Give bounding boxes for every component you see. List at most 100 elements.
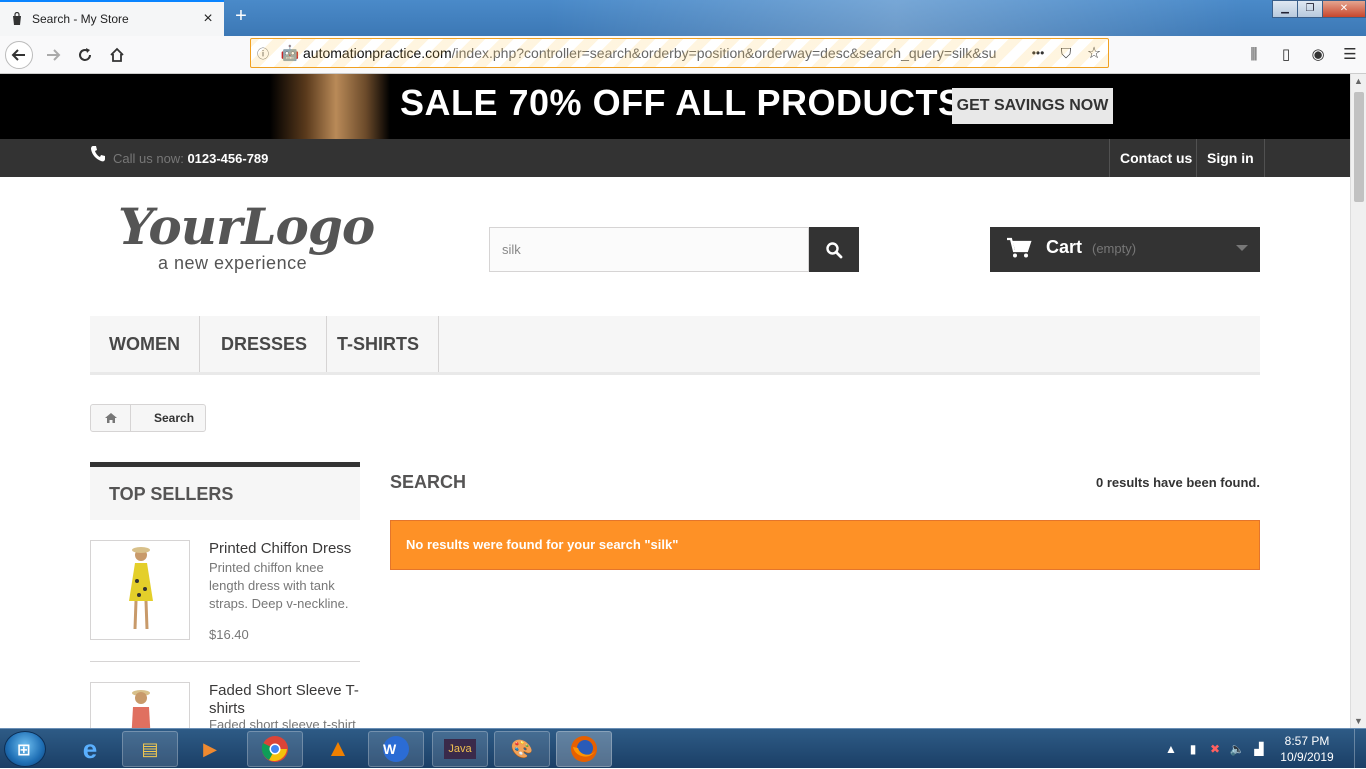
url-domain: automationpractice.com [303,45,452,61]
signal-icon[interactable]: ▟ [1248,742,1270,756]
product-item: Printed Chiffon Dress Printed chiffon kn… [90,540,360,642]
product-name[interactable]: Faded Short Sleeve T-shirts [209,682,359,718]
home-icon [104,413,117,423]
start-button[interactable]: ⊞ [4,731,46,767]
bookmark-star-icon[interactable]: ☆ [1080,43,1108,63]
site-info-icon[interactable]: ⓘ [257,45,277,62]
sign-in-link[interactable]: Sign in [1196,139,1265,177]
product-thumbnail[interactable] [90,540,190,640]
tab-title: Search - My Store [32,12,129,26]
menu-hamburger-icon[interactable]: ☰ [1334,41,1366,69]
clock-time: 8:57 PM [1284,734,1330,748]
file-explorer-icon[interactable]: ▤ [122,731,178,767]
media-player-icon[interactable]: ▶ [182,731,238,767]
search-box: silk [489,227,859,272]
firefox-icon[interactable] [556,731,612,767]
search-icon [826,241,843,258]
breadcrumb-home-link[interactable] [91,405,131,431]
volume-icon[interactable]: 🔈 [1226,742,1248,756]
home-button[interactable] [103,41,131,69]
sidebar-icon[interactable]: ▯ [1270,41,1302,69]
forward-button[interactable] [39,41,67,69]
eclipse-ide-icon[interactable]: Java [432,731,488,767]
titlebar-decoration [546,0,1246,36]
minimize-button[interactable]: ▁ [1272,0,1298,18]
cart-icon [1007,237,1032,258]
url-path: /index.php?controller=search&orderby=pos… [451,45,997,61]
battery-icon[interactable]: ▮ [1182,742,1204,756]
dress-model-image [129,547,153,630]
home-icon [110,47,124,62]
page-title: SEARCH [390,472,467,492]
menu-item-dresses[interactable]: DRESSES [202,316,328,372]
library-icon[interactable]: ⫼ [1238,41,1270,69]
close-window-button[interactable]: ✕ [1322,0,1366,18]
remote-robot-icon: 🤖 [280,45,300,62]
maximize-button[interactable]: ❐ [1297,0,1323,18]
chrome-logo-icon [261,736,288,762]
product-price: $16.40 [209,627,249,642]
store-logo[interactable]: YourLogo a new experience [118,197,398,277]
logo-script-text: YourLogo [118,197,375,256]
address-bar[interactable]: ⓘ 🤖 automationpractice.com /index.php?co… [250,38,1109,68]
pocket-icon[interactable]: ⛉ [1052,45,1080,62]
page-scrollbar[interactable]: ▲ ▼ [1350,74,1366,728]
product-item: Faded Short Sleeve T-shirts Faded short … [90,682,360,728]
browser-toolbar: ⓘ 🤖 automationpractice.com /index.php?co… [0,36,1366,74]
vlc-icon[interactable]: ▲ [310,731,366,767]
tshirt-model-image [131,690,151,728]
paint-icon[interactable]: 🎨 [494,731,550,767]
scroll-up-icon[interactable]: ▲ [1354,76,1363,86]
product-description: Printed chiffon knee length dress with t… [209,560,349,611]
system-clock[interactable]: 8:57 PM 10/9/2019 [1270,733,1344,765]
scroll-down-icon[interactable]: ▼ [1354,716,1363,726]
breadcrumb-current: Search [154,411,195,425]
top-sellers-title[interactable]: TOP SELLERS [90,462,360,520]
menu-item-tshirts[interactable]: T-SHIRTS [318,316,440,372]
clock-date: 10/9/2019 [1280,750,1334,764]
extension-icon[interactable]: ◉ [1302,41,1334,69]
reload-icon [79,48,91,61]
windows-logo-icon: ⊞ [17,742,31,759]
banner-headline: SALE 70% OFF ALL PRODUCTS [400,82,963,123]
browser-tab[interactable]: Search - My Store × [0,0,224,36]
firefox-logo-icon [571,736,597,762]
search-input[interactable]: silk [489,227,809,272]
product-divider [90,661,360,662]
browser-titlebar: Search - My Store × + ▁ ❐ ✕ [0,0,1366,36]
search-button[interactable] [809,227,859,272]
toolbar-icons: ⫼ ▯ ◉ ☰ [1238,41,1366,69]
tab-close-icon[interactable]: × [200,11,216,27]
internet-explorer-icon[interactable]: e [62,731,118,767]
header-nav: Call us now: 0123-456-789 Contact us Sig… [0,139,1350,177]
new-tab-button[interactable]: + [230,5,252,27]
network-warning-icon[interactable]: ✖ [1204,742,1226,756]
get-savings-button[interactable]: GET SAVINGS NOW [952,88,1113,124]
cart-block[interactable]: Cart (empty) [990,227,1260,272]
product-name[interactable]: Printed Chiffon Dress [209,540,359,558]
store-favicon-icon [13,12,21,25]
word-icon[interactable]: W [368,731,424,767]
scrollbar-thumb[interactable] [1354,92,1364,202]
contact-us-link[interactable]: Contact us [1109,139,1202,177]
back-arrow-icon [11,49,25,61]
page-actions-button[interactable]: ••• [1024,46,1052,60]
window-controls: ▁ ❐ ✕ [1272,0,1366,20]
chrome-icon[interactable] [247,731,303,767]
forward-arrow-icon [47,49,61,61]
back-button[interactable] [5,41,33,69]
top-sellers-heading: TOP SELLERS [109,484,234,504]
show-desktop-button[interactable] [1354,729,1366,769]
reload-button[interactable] [71,41,99,69]
windows-taskbar: ⊞ e ▤ ▶ ▲ W Java 🎨 ▲ ▮ ✖ 🔈 ▟ 8:57 PM 10/… [0,728,1366,769]
show-hidden-icons[interactable]: ▲ [1160,742,1182,756]
call-label: Call us now: [113,151,184,166]
call-us-text: Call us now: 0123-456-789 [113,151,268,166]
product-thumbnail[interactable] [90,682,190,728]
cart-status: (empty) [1092,241,1137,256]
menu-item-women[interactable]: WOMEN [90,316,200,372]
sale-banner[interactable]: SALE 70% OFF ALL PRODUCTS GET SAVINGS NO… [0,74,1350,139]
results-count: 0 results have been found. [1096,475,1260,490]
breadcrumb: Search [90,404,207,432]
cart-chevron-down-icon[interactable] [1236,245,1248,251]
